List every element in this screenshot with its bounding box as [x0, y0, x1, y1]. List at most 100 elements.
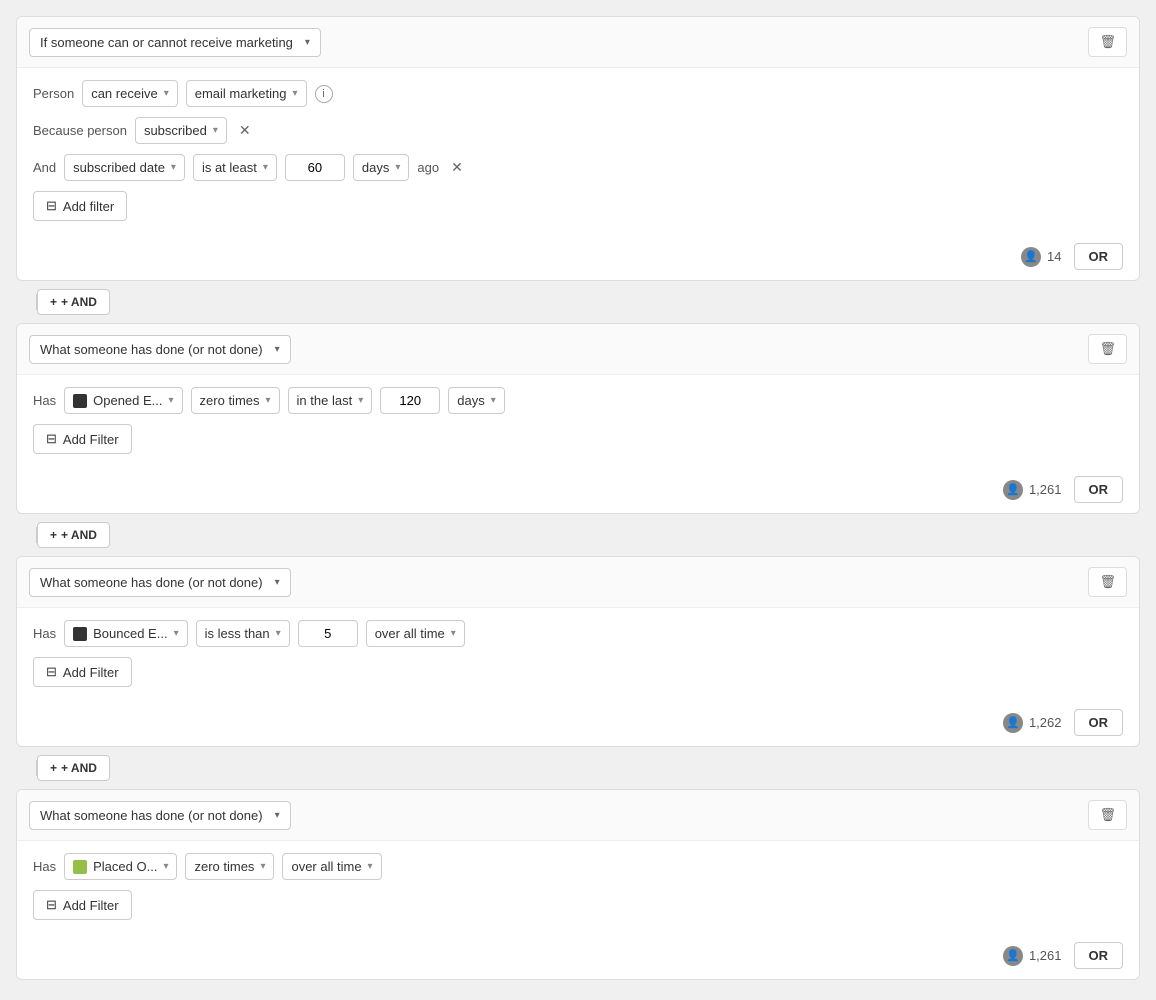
and-connector-button-1[interactable]: + + AND [37, 289, 110, 315]
filter-icon: ⊟ [46, 431, 57, 447]
person-icon: 👤 [1003, 946, 1023, 966]
chevron-down-icon: ▾ [275, 810, 280, 821]
plus-icon: + [50, 761, 57, 775]
add-filter-button-2[interactable]: ⊟ Add Filter [33, 657, 132, 687]
event-condition-select-1[interactable]: zero times ▾ [191, 387, 280, 414]
activity-1-count-badge: 👤 1,261 [1003, 480, 1062, 500]
email-event-icon-2 [73, 627, 87, 641]
chevron-down-icon: ▾ [163, 861, 168, 872]
plus-icon: + [50, 295, 57, 309]
because-label: Because person [33, 123, 127, 138]
event-time-select-3[interactable]: over all time ▾ [282, 853, 381, 880]
marketing-type-label: If someone can or cannot receive marketi… [40, 35, 293, 50]
marketing-block-header: If someone can or cannot receive marketi… [17, 17, 1139, 68]
delete-activity-2-button[interactable]: 🗑 [1088, 567, 1127, 597]
because-value-select[interactable]: subscribed ▾ [135, 117, 227, 144]
activity-block-1-body: Has Opened E... ▾ zero times ▾ in the la… [17, 375, 1139, 466]
marketing-block-body: Person can receive ▾ email marketing ▾ i… [17, 68, 1139, 233]
event-condition-select-2[interactable]: is less than ▾ [196, 620, 290, 647]
event-number-input-2[interactable] [298, 620, 358, 647]
chevron-down-icon: ▾ [171, 162, 176, 173]
chevron-down-icon: ▾ [305, 37, 310, 48]
chevron-down-icon: ▾ [266, 395, 271, 406]
activity-block-3: What someone has done (or not done) ▾ 🗑 … [16, 789, 1140, 980]
delete-marketing-button[interactable]: 🗑 [1088, 27, 1127, 57]
email-event-icon [73, 394, 87, 408]
event-condition-select-3[interactable]: zero times ▾ [185, 853, 274, 880]
event-name-select-1[interactable]: Opened E... ▾ [64, 387, 182, 414]
activity-3-filter-row: Has Placed O... ▾ zero times ▾ over all … [33, 853, 1123, 880]
and-connector-1: + + AND [16, 289, 1140, 315]
activity-block-1: What someone has done (or not done) ▾ 🗑 … [16, 323, 1140, 514]
event-name-select-2[interactable]: Bounced E... ▾ [64, 620, 187, 647]
and-connector-button-2[interactable]: + + AND [37, 522, 110, 548]
marketing-count: 14 [1047, 249, 1061, 264]
filter-icon: ⊟ [46, 664, 57, 680]
activity-block-1-footer: 👤 1,261 OR [17, 466, 1139, 513]
chevron-down-icon: ▾ [275, 577, 280, 588]
chevron-down-icon: ▾ [491, 395, 496, 406]
and-connector-2: + + AND [16, 522, 1140, 548]
activity-type-select-1[interactable]: What someone has done (or not done) ▾ [29, 335, 291, 364]
chevron-down-icon: ▾ [169, 395, 174, 406]
and-condition-select[interactable]: is at least ▾ [193, 154, 277, 181]
activity-block-3-body: Has Placed O... ▾ zero times ▾ over all … [17, 841, 1139, 932]
marketing-or-button[interactable]: OR [1074, 243, 1124, 270]
delete-activity-1-button[interactable]: 🗑 [1088, 334, 1127, 364]
chevron-down-icon: ▾ [260, 861, 265, 872]
activity-2-filter-row: Has Bounced E... ▾ is less than ▾ over a… [33, 620, 1123, 647]
person-row: Person can receive ▾ email marketing ▾ i [33, 80, 1123, 107]
chevron-down-icon: ▾ [276, 628, 281, 639]
event-time-select-1[interactable]: in the last ▾ [288, 387, 373, 414]
person-icon: 👤 [1003, 480, 1023, 500]
activity-type-select-2[interactable]: What someone has done (or not done) ▾ [29, 568, 291, 597]
event-time-select-2[interactable]: over all time ▾ [366, 620, 465, 647]
activity-block-2-footer: 👤 1,262 OR [17, 699, 1139, 746]
and-connector-button-3[interactable]: + + AND [37, 755, 110, 781]
and-field-select[interactable]: subscribed date ▾ [64, 154, 185, 181]
activity-block-2-header: What someone has done (or not done) ▾ 🗑 [17, 557, 1139, 608]
person-condition-select[interactable]: can receive ▾ [82, 80, 178, 107]
activity-3-or-button[interactable]: OR [1074, 942, 1124, 969]
activity-2-or-button[interactable]: OR [1074, 709, 1124, 736]
activity-1-or-button[interactable]: OR [1074, 476, 1124, 503]
has-label-2: Has [33, 626, 56, 641]
activity-3-count-badge: 👤 1,261 [1003, 946, 1062, 966]
person-channel-select[interactable]: email marketing ▾ [186, 80, 307, 107]
and-connector-3: + + AND [16, 755, 1140, 781]
chevron-down-icon: ▾ [263, 162, 268, 173]
filter-icon: ⊟ [46, 198, 57, 214]
has-label-3: Has [33, 859, 56, 874]
remove-because-button[interactable]: ✕ [235, 120, 255, 141]
and-number-input[interactable] [285, 154, 345, 181]
chevron-down-icon: ▾ [275, 344, 280, 355]
chevron-down-icon: ▾ [368, 861, 373, 872]
activity-block-1-header: What someone has done (or not done) ▾ 🗑 [17, 324, 1139, 375]
event-name-select-3[interactable]: Placed O... ▾ [64, 853, 177, 880]
info-icon[interactable]: i [315, 85, 333, 103]
activity-block-3-header: What someone has done (or not done) ▾ 🗑 [17, 790, 1139, 841]
chevron-down-icon: ▾ [358, 395, 363, 406]
add-filter-button-1[interactable]: ⊟ Add Filter [33, 424, 132, 454]
marketing-block: If someone can or cannot receive marketi… [16, 16, 1140, 281]
add-filter-button-3[interactable]: ⊟ Add Filter [33, 890, 132, 920]
activity-1-filter-row: Has Opened E... ▾ zero times ▾ in the la… [33, 387, 1123, 414]
marketing-type-select[interactable]: If someone can or cannot receive marketi… [29, 28, 321, 57]
marketing-block-footer: 👤 14 OR [17, 233, 1139, 280]
event-number-input-1[interactable] [380, 387, 440, 414]
shopify-icon [73, 860, 87, 874]
remove-and-button[interactable]: ✕ [447, 157, 467, 178]
activity-block-3-footer: 👤 1,261 OR [17, 932, 1139, 979]
delete-activity-3-button[interactable]: 🗑 [1088, 800, 1127, 830]
add-filter-button[interactable]: ⊟ Add filter [33, 191, 127, 221]
chevron-down-icon: ▾ [164, 88, 169, 99]
event-unit-select-1[interactable]: days ▾ [448, 387, 505, 414]
activity-type-select-3[interactable]: What someone has done (or not done) ▾ [29, 801, 291, 830]
person-label: Person [33, 86, 74, 101]
and-unit-select[interactable]: days ▾ [353, 154, 410, 181]
filter-icon: ⊟ [46, 897, 57, 913]
because-row: Because person subscribed ▾ ✕ [33, 117, 1123, 144]
activity-1-count: 1,261 [1029, 482, 1062, 497]
chevron-down-icon: ▾ [174, 628, 179, 639]
activity-2-count: 1,262 [1029, 715, 1062, 730]
